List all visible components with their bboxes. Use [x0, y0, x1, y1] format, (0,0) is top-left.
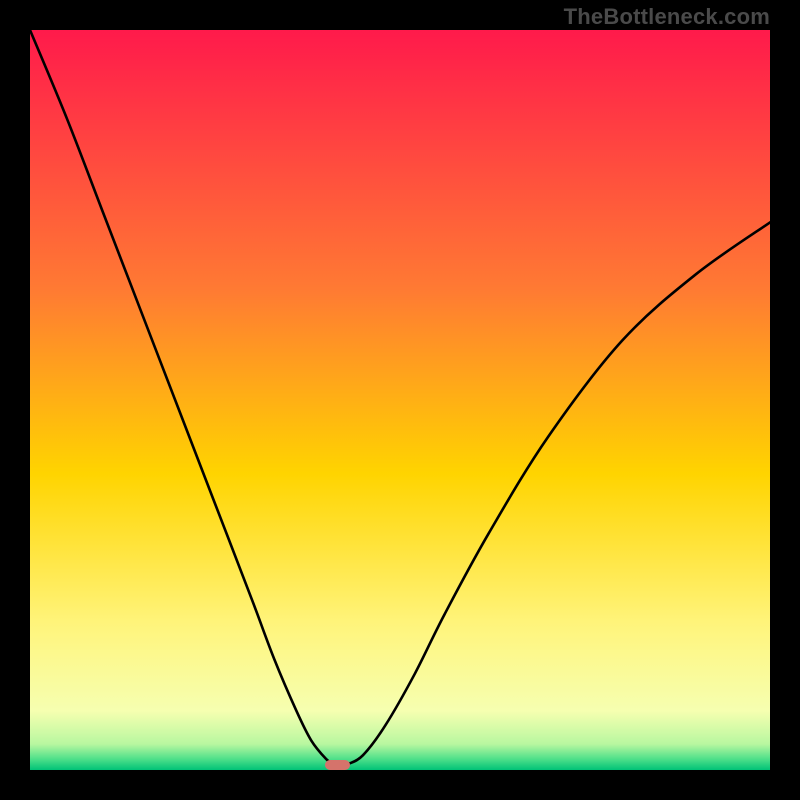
bottleneck-curve	[30, 30, 770, 766]
plot-area	[30, 30, 770, 770]
watermark-text: TheBottleneck.com	[564, 4, 770, 30]
curve-layer	[30, 30, 770, 770]
optimum-marker	[325, 760, 350, 770]
chart-frame: TheBottleneck.com	[0, 0, 800, 800]
